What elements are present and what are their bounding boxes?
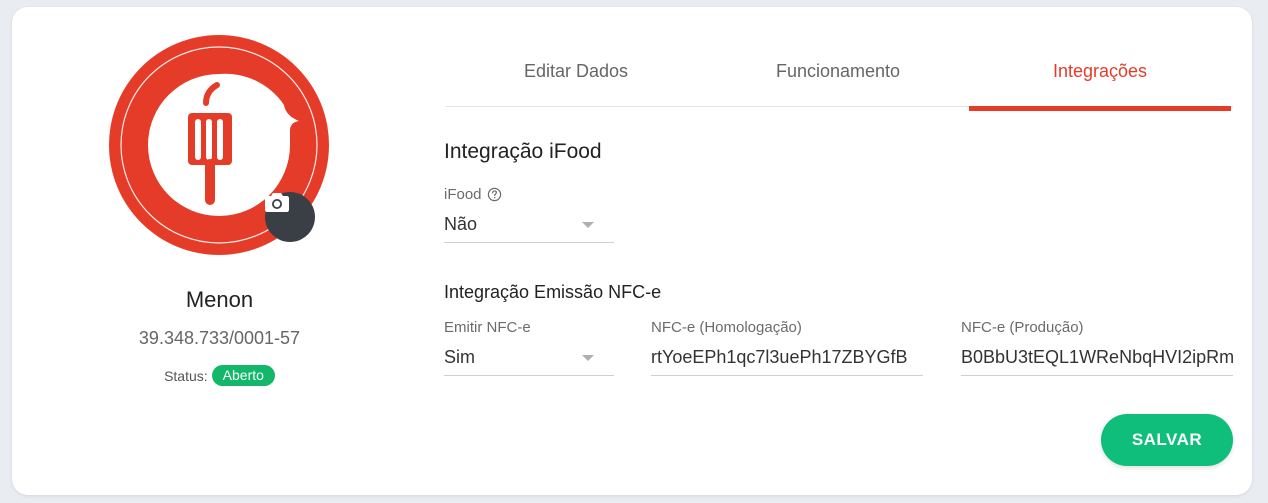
tab-bar: Editar Dados Funcionamento Integrações: [445, 45, 1233, 111]
avatar: [109, 35, 329, 255]
emitir-nfce-field: Emitir NFC-e Sim: [444, 318, 614, 376]
question-circle-icon[interactable]: [487, 187, 502, 202]
status-badge: Aberto: [211, 365, 275, 386]
ifood-field: iFood Não: [444, 185, 614, 243]
ifood-section-title: Integração iFood: [444, 140, 602, 163]
ifood-select-value: Não: [444, 214, 478, 234]
settings-card: Menon 39.348.733/0001-57 Status: Aberto …: [12, 7, 1252, 495]
chevron-down-icon: [582, 222, 594, 228]
ifood-select[interactable]: Não: [444, 207, 614, 243]
nfce-producao-field: NFC-e (Produção) B0BbU3tEQL1WReNbqHVI2ip…: [961, 318, 1233, 376]
ifood-label-row: iFood: [444, 185, 614, 203]
emitir-nfce-value: Sim: [444, 347, 475, 367]
save-button[interactable]: SALVAR: [1101, 414, 1233, 466]
tab-funcionamento[interactable]: Funcionamento: [707, 45, 969, 107]
ifood-label: iFood: [444, 185, 482, 203]
restaurant-name: Menon: [185, 287, 254, 312]
nfce-homologacao-field: NFC-e (Homologação) rtYoeEPh1qc7l3uePh17…: [651, 318, 923, 376]
camera-icon: [265, 193, 289, 212]
nfce-section-title: Integração Emissão NFC-e: [444, 282, 662, 302]
nfce-producao-input[interactable]: B0BbU3tEQL1WReNbqHVI2ipRm: [961, 340, 1233, 376]
nfce-homologacao-input[interactable]: rtYoeEPh1qc7l3uePh17ZBYGfB: [651, 340, 923, 376]
chevron-down-icon: [582, 355, 594, 361]
tab-editar-dados[interactable]: Editar Dados: [445, 45, 707, 107]
nfce-homologacao-label: NFC-e (Homologação): [651, 318, 802, 336]
restaurant-cnpj: 39.348.733/0001-57: [138, 328, 301, 348]
avatar-container: [109, 35, 329, 255]
status-row: Status: Aberto: [12, 365, 427, 386]
emitir-nfce-label: Emitir NFC-e: [444, 318, 531, 336]
change-photo-button[interactable]: [265, 192, 315, 242]
status-label: Status:: [164, 367, 208, 384]
tab-integracoes[interactable]: Integrações: [969, 45, 1231, 111]
nfce-producao-label: NFC-e (Produção): [961, 318, 1084, 336]
emitir-nfce-select[interactable]: Sim: [444, 340, 614, 376]
